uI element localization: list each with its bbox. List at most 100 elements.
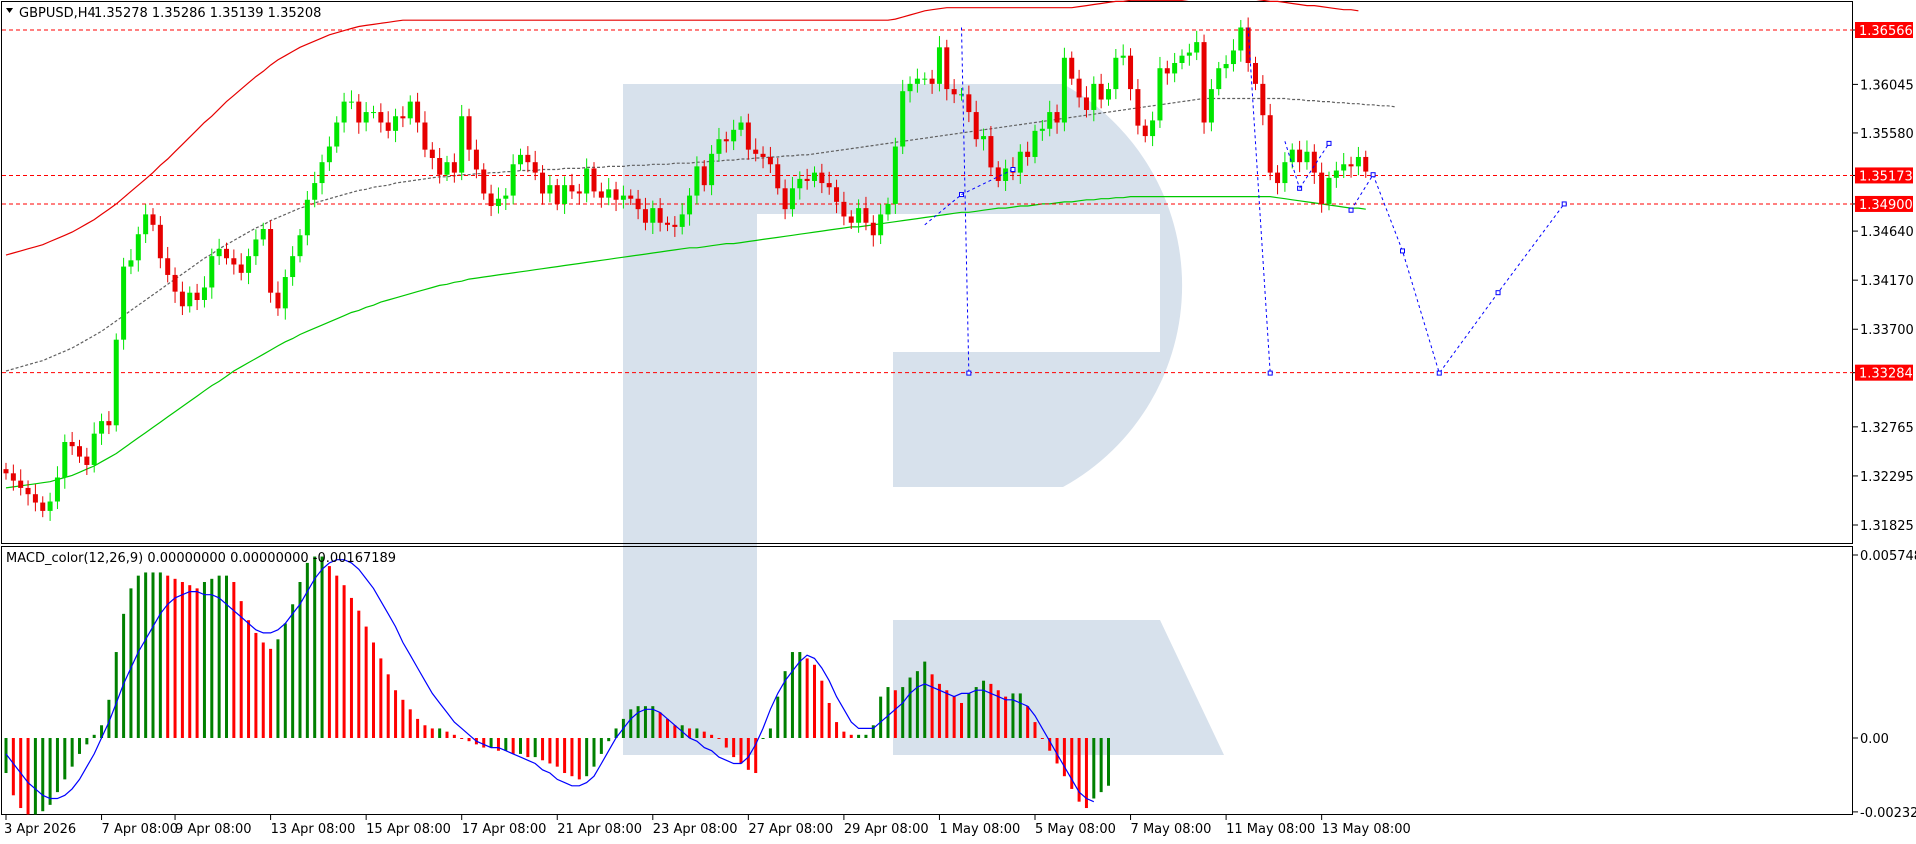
candle-body <box>922 78 928 80</box>
macd-histogram-bar <box>541 738 545 761</box>
macd-histogram-bar <box>835 722 839 738</box>
macd-histogram-bar <box>217 575 221 738</box>
candle-body <box>1326 177 1332 204</box>
macd-histogram-bar <box>651 706 655 738</box>
time-tick-label: 23 Apr 08:00 <box>653 822 738 837</box>
macd-tick-label: 0.00 <box>1860 732 1889 747</box>
candle-body <box>77 446 82 457</box>
macd-histogram-bar <box>761 738 765 739</box>
projection-marker <box>1010 166 1016 172</box>
candle-body <box>1135 89 1141 126</box>
macd-histogram-bar <box>952 696 956 738</box>
macd-histogram-bar <box>496 738 500 751</box>
macd-histogram-bar <box>85 738 89 745</box>
candle-body <box>1142 125 1148 137</box>
time-tick-label: 5 May 08:00 <box>1035 822 1116 837</box>
chart-window[interactable]: 1.36566 1.36045 1.35580 1.35173 1.34900 1.346… <box>0 0 1916 840</box>
price-tick-label: 1.35580 <box>1860 127 1914 142</box>
macd-histogram-bar <box>188 585 192 738</box>
candle-body <box>503 195 509 199</box>
macd-histogram-bar <box>585 738 589 777</box>
time-tick-label: 13 Apr 08:00 <box>271 822 356 837</box>
price-tick-label: 1.34640 <box>1860 225 1914 240</box>
macd-histogram-bar <box>26 738 30 815</box>
candle-body <box>25 487 31 495</box>
macd-histogram-bar <box>364 626 368 738</box>
candle-body <box>3 469 9 474</box>
candle-body <box>99 421 105 434</box>
candle-body <box>341 101 347 123</box>
candle-body <box>363 112 369 123</box>
macd-histogram-bar <box>886 687 890 738</box>
candle-body <box>1113 57 1119 90</box>
candle-body <box>1230 50 1236 65</box>
candle-body <box>179 291 185 307</box>
symbol-menu-caret-icon[interactable] <box>6 8 13 13</box>
macd-histogram-bar <box>70 738 74 767</box>
candle-body <box>973 112 979 140</box>
price-tick-label: 1.31825 <box>1860 519 1914 534</box>
macd-histogram-bar <box>372 642 375 738</box>
candle-body <box>1194 42 1200 53</box>
candle-body <box>1348 164 1354 167</box>
level-price-label: 1.35173 <box>1859 169 1913 184</box>
candle-body <box>319 162 325 184</box>
candle-body <box>246 256 252 273</box>
candle-body <box>981 136 987 140</box>
candle-body <box>1157 68 1163 121</box>
macd-indicator-label: MACD_color(12,26,9) 0.00000000 0.0000000… <box>6 551 396 566</box>
candle-body <box>679 214 685 227</box>
macd-histogram-bar <box>460 738 464 739</box>
macd-histogram-bar <box>636 706 640 738</box>
candle-body <box>473 149 479 170</box>
candle-body <box>562 185 568 204</box>
candle-body <box>694 166 700 196</box>
candle-body <box>797 178 803 189</box>
macd-histogram-bar <box>438 728 442 738</box>
candle-body <box>385 122 391 131</box>
forecast-vertex-marker <box>1436 370 1442 376</box>
macd-histogram-bar <box>225 575 228 738</box>
candle-body <box>1054 112 1060 123</box>
macd-histogram-bar <box>342 585 346 738</box>
macd-histogram-bar <box>416 718 420 738</box>
macd-histogram-bar <box>467 738 471 742</box>
candle-body <box>18 480 24 488</box>
macd-histogram-bar <box>908 677 912 738</box>
macd-histogram-bar <box>710 734 714 738</box>
candle-body <box>863 208 869 223</box>
candle-body <box>782 188 788 210</box>
projection-marker <box>1267 370 1273 376</box>
candle-body <box>1106 89 1111 100</box>
candle-body <box>1025 151 1031 157</box>
macd-histogram-bar <box>967 693 971 738</box>
candle-body <box>1304 151 1310 163</box>
candle-body <box>848 216 854 223</box>
macd-histogram-bar <box>879 696 883 738</box>
candle-body <box>907 83 913 92</box>
time-tick-label: 7 May 08:00 <box>1131 822 1212 837</box>
symbol-timeframe-label: GBPUSD,H4 <box>19 6 96 21</box>
candle-body <box>510 164 516 196</box>
chart-canvas[interactable]: 1.36566 1.36045 1.35580 1.35173 1.34900 1.346… <box>0 0 1916 840</box>
macd-histogram-bar <box>48 738 52 805</box>
macd-histogram-bar <box>408 709 412 738</box>
candle-body <box>1267 115 1273 173</box>
macd-histogram-bar <box>592 738 596 767</box>
macd-histogram-bar <box>261 642 265 738</box>
candle-body <box>525 154 531 163</box>
candle-body <box>275 292 281 309</box>
candle-body <box>1017 151 1023 173</box>
macd-histogram-bar <box>195 588 199 738</box>
candle-body <box>1186 52 1192 56</box>
macd-histogram-bar <box>974 687 978 738</box>
time-tick-label: 7 Apr 08:00 <box>102 822 179 837</box>
candle-body <box>231 258 237 265</box>
candle-body <box>54 477 60 502</box>
macd-histogram-bar <box>960 702 963 738</box>
time-tick-label: 29 Apr 08:00 <box>844 822 929 837</box>
macd-histogram-bar <box>724 738 728 748</box>
macd-histogram-bar <box>327 566 331 738</box>
candle-body <box>1260 83 1266 116</box>
candle-body <box>606 189 612 198</box>
